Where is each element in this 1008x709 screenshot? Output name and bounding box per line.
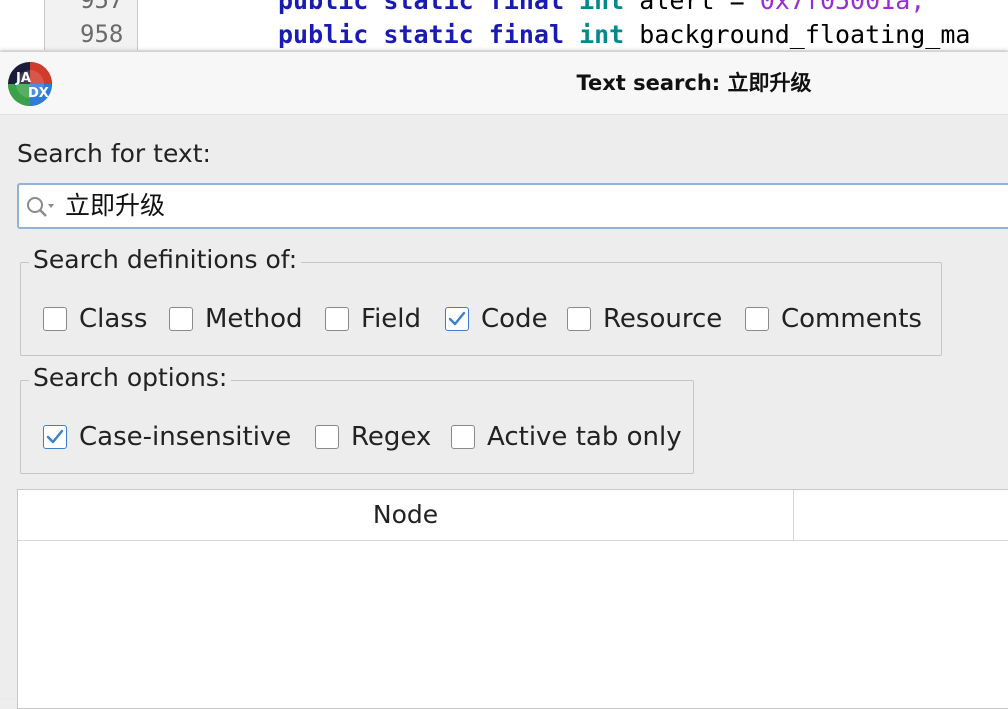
checkbox-box[interactable] <box>745 307 769 331</box>
checkbox-case-insensitive[interactable]: Case-insensitive <box>43 420 291 454</box>
checkbox-label: Resource <box>603 304 723 334</box>
background-code-editor: 957 public static final int alert = 0x7f… <box>0 0 1008 50</box>
checkbox-resource[interactable]: Resource <box>567 302 722 336</box>
column-header-code[interactable] <box>794 490 1008 540</box>
checkbox-label: Field <box>361 304 422 334</box>
checkbox-label: Class <box>79 304 148 334</box>
checkmark-icon <box>46 429 64 444</box>
line-number: 957 <box>80 0 124 14</box>
checkbox-box-checked[interactable] <box>43 425 67 449</box>
results-table-header: Node <box>18 490 1008 541</box>
line-number: 958 <box>80 20 124 48</box>
checkbox-label: Active tab only <box>487 422 682 452</box>
checkbox-field[interactable]: Field <box>325 302 421 336</box>
checkbox-box[interactable] <box>451 425 475 449</box>
checkbox-active-tab-only[interactable]: Active tab only <box>451 420 682 454</box>
search-input-value[interactable]: 立即升级 <box>65 185 165 227</box>
text-search-dialog: JA DX Text search: 立即升级 Search for text:… <box>0 52 1008 709</box>
checkbox-label: Method <box>205 304 303 334</box>
search-dropdown-icon[interactable] <box>25 195 59 219</box>
dialog-title: Text search: 立即升级 <box>576 71 812 95</box>
checkbox-comments[interactable]: Comments <box>745 302 922 336</box>
checkmark-icon <box>448 311 466 326</box>
search-options-group: Search options: Case-insensitive Regex A… <box>20 363 694 474</box>
search-label: Search for text: <box>17 139 211 168</box>
checkbox-label: Case-insensitive <box>79 422 292 452</box>
checkbox-code[interactable]: Code <box>445 302 548 336</box>
checkbox-box[interactable] <box>43 307 67 331</box>
checkbox-class[interactable]: Class <box>43 302 147 336</box>
search-definitions-title: Search definitions of: <box>29 245 302 274</box>
checkbox-label: Regex <box>351 422 432 452</box>
checkbox-box[interactable] <box>315 425 339 449</box>
checkbox-method[interactable]: Method <box>169 302 303 336</box>
checkbox-label: Code <box>481 304 548 334</box>
search-definitions-group: Search definitions of: Class Method Fiel… <box>20 245 942 356</box>
checkbox-box-checked[interactable] <box>445 307 469 331</box>
search-options-title: Search options: <box>29 363 232 392</box>
search-input[interactable]: 立即升级 <box>17 183 1008 229</box>
checkbox-box[interactable] <box>567 307 591 331</box>
column-header-node[interactable]: Node <box>18 490 794 540</box>
checkbox-label: Comments <box>781 304 922 334</box>
checkbox-box[interactable] <box>169 307 193 331</box>
dialog-titlebar[interactable]: JA DX Text search: 立即升级 <box>0 52 1008 115</box>
checkbox-box[interactable] <box>325 307 349 331</box>
checkbox-regex[interactable]: Regex <box>315 420 431 454</box>
code-text: public static final int background_float… <box>278 20 971 49</box>
code-text: public static final int alert = 0x7f0500… <box>278 0 926 15</box>
results-table[interactable]: Node <box>17 489 1008 709</box>
